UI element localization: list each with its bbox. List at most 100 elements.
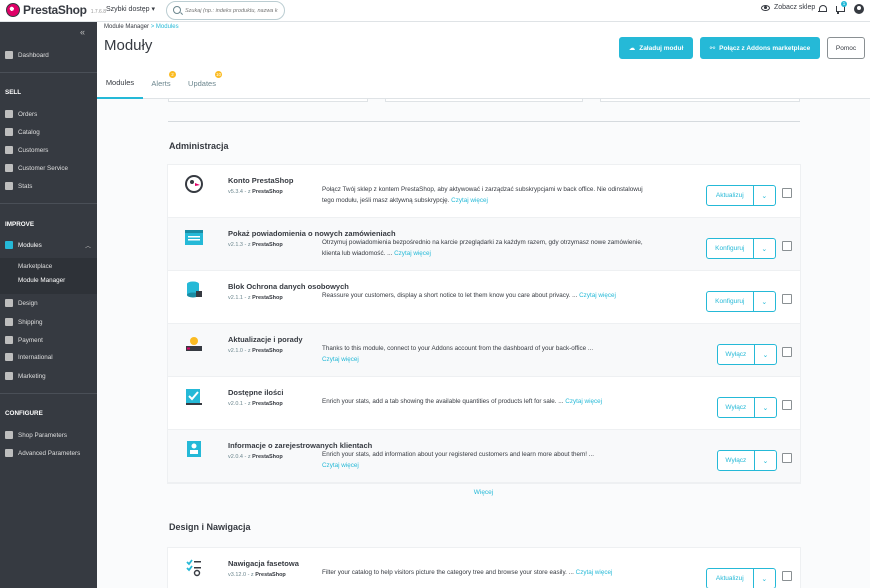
upload-module-button[interactable]: ☁ Załaduj moduł xyxy=(619,37,693,59)
module-author: PrestaShop xyxy=(252,295,283,301)
sidebar-item-orders[interactable]: Orders xyxy=(0,107,97,121)
chevron-down-icon[interactable]: ⌄ xyxy=(755,398,776,417)
sidebar-item-label: Orders xyxy=(18,110,38,118)
read-more-link[interactable]: Czytaj więcej xyxy=(565,398,602,405)
module-description-text: Reassure your customers, display a short… xyxy=(322,292,578,299)
logo-text: PrestaShop xyxy=(23,3,87,17)
module-row: Blok Ochrona danych osobowych v2.1.1 - z… xyxy=(168,271,800,324)
module-select-checkbox[interactable] xyxy=(782,241,792,251)
module-action-button[interactable]: Wyłącz xyxy=(718,398,755,417)
sidebar-item-marketing[interactable]: Marketing xyxy=(0,369,97,383)
module-version-text: v5.3.4 - z xyxy=(228,189,251,195)
globe-icon xyxy=(5,353,13,361)
module-description-text: Enrich your stats, add information about… xyxy=(322,451,594,458)
connect-addons-button[interactable]: ⚯ Połącz z Addons marketplace xyxy=(700,37,820,59)
read-more-link[interactable]: Czytaj więcej xyxy=(451,197,488,204)
top-bar: PrestaShop 1.7.6.8 Szybki dostęp ▾ Zobac… xyxy=(0,0,870,22)
module-select-checkbox[interactable] xyxy=(782,400,792,410)
credit-card-icon xyxy=(5,336,13,344)
sidebar-item-international[interactable]: International xyxy=(0,350,97,364)
module-name: Pokaż powiadomienia o nowych zamówieniac… xyxy=(228,229,396,238)
sidebar-item-design[interactable]: Design xyxy=(0,296,97,310)
module-action-button[interactable]: Aktualizuj xyxy=(707,186,754,205)
notifications-bell-icon[interactable] xyxy=(817,4,827,14)
chevron-down-icon[interactable]: ⌄ xyxy=(754,569,775,588)
module-description: Thanks to this module, connect to your A… xyxy=(322,344,644,365)
sidebar-item-modules[interactable]: Modules ︿ xyxy=(0,238,97,252)
read-more-link[interactable]: Czytaj więcej xyxy=(322,356,359,363)
module-description: Otrzymuj powiadomienia bezpośrednio na k… xyxy=(322,238,644,259)
desktop-icon xyxy=(5,299,13,307)
sidebar-item-catalog[interactable]: Catalog xyxy=(0,125,97,139)
sidebar-item-advanced-parameters[interactable]: Advanced Parameters xyxy=(0,446,97,460)
breadcrumb-parent[interactable]: Module Manager xyxy=(104,24,149,30)
module-action-button[interactable]: Wyłącz xyxy=(718,451,755,470)
module-row: Aktualizacje i porady v2.1.0 - z PrestaS… xyxy=(168,324,800,377)
module-version: v2.1.3 - z PrestaShop xyxy=(228,242,283,248)
module-name: Aktualizacje i porady xyxy=(228,335,303,344)
sidebar-item-dashboard[interactable]: Dashboard xyxy=(0,48,97,62)
sidebar-item-label: Shop Parameters xyxy=(18,431,68,439)
sidebar-item-payment[interactable]: Payment xyxy=(0,333,97,347)
module-select-checkbox[interactable] xyxy=(782,453,792,463)
alerts-count-badge: 2 xyxy=(169,71,176,78)
module-version: v3.12.0 - z PrestaShop xyxy=(228,572,286,578)
module-action-button[interactable]: Aktualizuj xyxy=(707,569,754,588)
search-input[interactable] xyxy=(185,5,283,17)
account-circle-icon xyxy=(5,146,13,154)
module-action-button[interactable]: Wyłącz xyxy=(718,345,755,364)
module-action-button[interactable]: Konfiguruj xyxy=(707,239,754,258)
sidebar-divider xyxy=(0,72,97,73)
read-more-link[interactable]: Czytaj więcej xyxy=(322,462,359,469)
tab-alerts[interactable]: Alerts 2 xyxy=(143,67,179,99)
sidebar-subitem-marketplace[interactable]: Marketplace xyxy=(18,263,52,270)
collapse-sidebar-icon[interactable]: « xyxy=(80,27,85,37)
prestashop-logo[interactable]: PrestaShop 1.7.6.8 xyxy=(6,3,106,17)
chevron-down-icon[interactable]: ⌄ xyxy=(754,292,775,311)
filter-field-stub[interactable] xyxy=(600,99,800,102)
sidebar-item-customer-service[interactable]: Customer Service xyxy=(0,161,97,175)
module-action-group: Wyłącz ⌄ xyxy=(717,450,777,471)
sidebar-item-label: Customers xyxy=(18,146,49,154)
module-select-checkbox[interactable] xyxy=(782,571,792,581)
module-select-checkbox[interactable] xyxy=(782,188,792,198)
user-account-icon[interactable] xyxy=(854,4,864,14)
sidebar-item-shop-parameters[interactable]: Shop Parameters xyxy=(0,428,97,442)
sidebar-subitem-module-manager[interactable]: Module Manager xyxy=(18,277,65,284)
megaphone-icon xyxy=(5,372,13,380)
module-action-button[interactable]: Konfiguruj xyxy=(707,292,754,311)
module-select-checkbox[interactable] xyxy=(782,347,792,357)
module-select-checkbox[interactable] xyxy=(782,294,792,304)
search-icon[interactable] xyxy=(173,6,181,14)
sidebar-item-stats[interactable]: Stats xyxy=(0,179,97,193)
breadcrumb-current[interactable]: Modules xyxy=(156,24,179,30)
search-box[interactable] xyxy=(166,1,285,20)
module-version-text: v2.0.4 - z xyxy=(228,454,251,460)
chevron-down-icon[interactable]: ⌄ xyxy=(754,186,775,205)
section-divider xyxy=(168,121,800,122)
sidebar-item-label: Design xyxy=(18,299,38,307)
read-more-link[interactable]: Czytaj więcej xyxy=(576,569,613,576)
chevron-down-icon[interactable]: ⌄ xyxy=(754,239,775,258)
sidebar-item-label: Dashboard xyxy=(18,51,49,59)
chevron-down-icon[interactable]: ⌄ xyxy=(755,345,776,364)
module-row: Pokaż powiadomienia o nowych zamówieniac… xyxy=(168,218,800,271)
read-more-link[interactable]: Czytaj więcej xyxy=(394,250,431,257)
prestashop-logo-icon xyxy=(6,3,20,17)
page-header: Module Manager > Modules Moduły ☁ Załaduj… xyxy=(97,22,870,99)
chevron-down-icon[interactable]: ⌄ xyxy=(755,451,776,470)
tab-modules[interactable]: Modules xyxy=(97,67,143,99)
help-button[interactable]: Pomoc xyxy=(827,37,865,59)
view-shop-link[interactable]: Zobacz sklep xyxy=(761,4,815,11)
filter-field-stub[interactable] xyxy=(168,99,368,102)
module-name: Konto PrestaShop xyxy=(228,176,294,185)
sidebar-item-shipping[interactable]: Shipping xyxy=(0,315,97,329)
show-more-link[interactable]: Więcej xyxy=(97,489,870,496)
filter-field-stub[interactable] xyxy=(385,99,583,102)
module-version-text: v2.1.3 - z xyxy=(228,242,251,248)
tab-updates[interactable]: Updates 10 xyxy=(181,67,223,99)
sidebar-item-customers[interactable]: Customers xyxy=(0,143,97,157)
truck-icon xyxy=(5,318,13,326)
quick-access-menu[interactable]: Szybki dostęp ▾ xyxy=(106,5,155,13)
read-more-link[interactable]: Czytaj więcej xyxy=(579,292,616,299)
